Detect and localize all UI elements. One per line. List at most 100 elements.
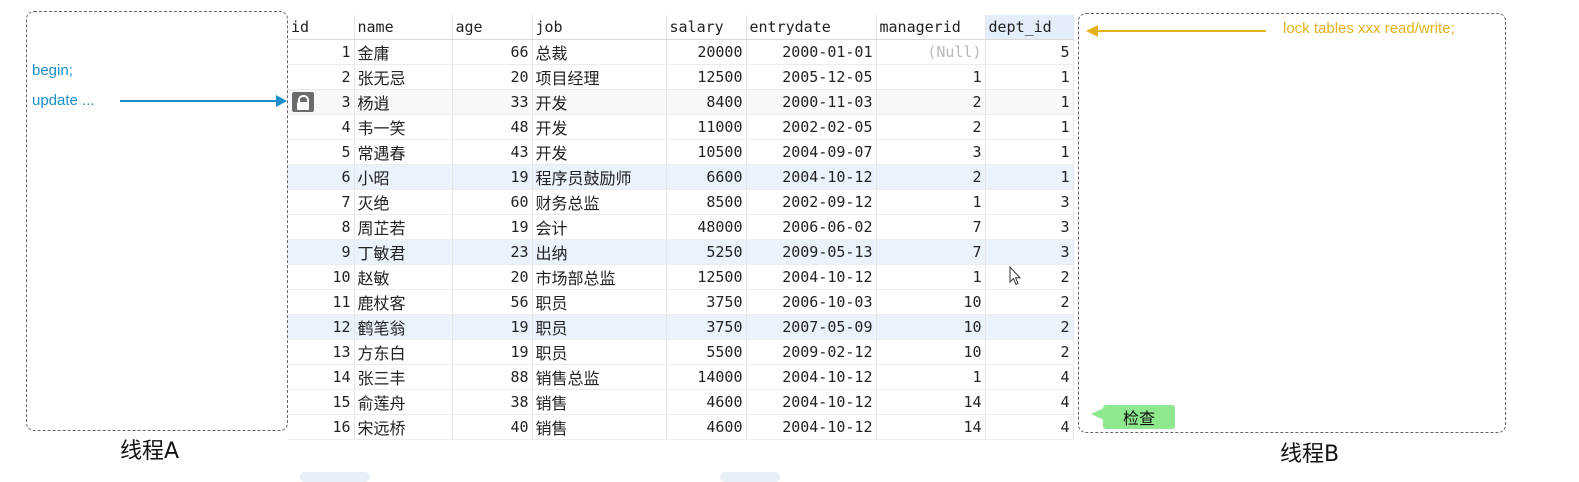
cell-job[interactable]: 开发 [532,139,667,165]
cell-name[interactable]: 周芷若 [354,214,453,240]
cell-name[interactable]: 方东白 [354,339,453,365]
cell-managerid[interactable]: 1 [876,264,986,290]
table-row[interactable]: 7 灭绝 60 财务总监 8500 2002-09-12 1 3 [288,189,1074,215]
cell-name[interactable]: 常遇春 [354,139,453,165]
column-header-salary[interactable]: salary [666,15,747,40]
cell-id[interactable]: 2 [288,64,355,90]
cell-salary[interactable]: 11000 [666,114,747,140]
cell-job[interactable]: 总裁 [532,39,667,65]
cell-age[interactable]: 19 [452,214,533,240]
cell-age[interactable]: 66 [452,39,533,65]
table-row[interactable]: 5 常遇春 43 开发 10500 2004-09-07 3 1 [288,139,1074,165]
table-row[interactable]: 8 周芷若 19 会计 48000 2006-06-02 7 3 [288,214,1074,240]
table-row[interactable]: 4 韦一笑 48 开发 11000 2002-02-05 2 1 [288,114,1074,140]
cell-dept-id[interactable]: 1 [985,139,1074,165]
column-header-job[interactable]: job [532,15,667,40]
cell-job[interactable]: 财务总监 [532,189,667,215]
cell-age[interactable]: 19 [452,314,533,340]
cell-dept-id[interactable]: 1 [985,164,1074,190]
table-row[interactable]: 13 方东白 19 职员 5500 2009-02-12 10 2 [288,339,1074,365]
column-header-id[interactable]: id [288,15,355,40]
cell-id[interactable]: 12 [288,314,355,340]
cell-job[interactable]: 职员 [532,339,667,365]
cell-id[interactable]: 3 [288,89,355,115]
cell-id[interactable]: 10 [288,264,355,290]
cell-id[interactable]: 5 [288,139,355,165]
cell-salary[interactable]: 12500 [666,64,747,90]
cell-id[interactable]: 14 [288,364,355,390]
cell-managerid[interactable]: 2 [876,89,986,115]
cell-salary[interactable]: 14000 [666,364,747,390]
column-header-name[interactable]: name [354,15,453,40]
cell-salary[interactable]: 3750 [666,314,747,340]
cell-managerid[interactable]: 10 [876,289,986,315]
cell-entrydate[interactable]: 2007-05-09 [746,314,877,340]
cell-salary[interactable]: 3750 [666,289,747,315]
cell-age[interactable]: 56 [452,289,533,315]
cell-name[interactable]: 韦一笑 [354,114,453,140]
cell-managerid[interactable]: 1 [876,364,986,390]
cell-id[interactable]: 11 [288,289,355,315]
cell-id[interactable]: 13 [288,339,355,365]
cell-age[interactable]: 88 [452,364,533,390]
cell-name[interactable]: 鹤笔翁 [354,314,453,340]
cell-name[interactable]: 赵敏 [354,264,453,290]
column-header-dept-id[interactable]: dept_id [985,15,1074,40]
table-row[interactable]: 10 赵敏 20 市场部总监 12500 2004-10-12 1 2 [288,264,1074,290]
cell-age[interactable]: 19 [452,339,533,365]
cell-age[interactable]: 23 [452,239,533,265]
cell-name[interactable]: 灭绝 [354,189,453,215]
cell-id[interactable]: 4 [288,114,355,140]
column-header-entrydate[interactable]: entrydate [746,15,877,40]
cell-dept-id[interactable]: 3 [985,189,1074,215]
cell-entrydate[interactable]: 2002-09-12 [746,189,877,215]
cell-dept-id[interactable]: 2 [985,289,1074,315]
cell-dept-id[interactable]: 3 [985,239,1074,265]
cell-entrydate[interactable]: 2006-10-03 [746,289,877,315]
table-row[interactable]: 1 金庸 66 总裁 20000 2000-01-01 (Null) 5 [288,39,1074,65]
cell-dept-id[interactable]: 4 [985,389,1074,415]
cell-job[interactable]: 市场部总监 [532,264,667,290]
cell-job[interactable]: 出纳 [532,239,667,265]
cell-managerid[interactable]: (Null) [876,39,986,65]
cell-salary[interactable]: 4600 [666,389,747,415]
cell-managerid[interactable]: 2 [876,114,986,140]
cell-salary[interactable]: 5250 [666,239,747,265]
cell-salary[interactable]: 48000 [666,214,747,240]
cell-name[interactable]: 金庸 [354,39,453,65]
cell-name[interactable]: 张三丰 [354,364,453,390]
cell-managerid[interactable]: 14 [876,389,986,415]
cell-entrydate[interactable]: 2004-10-12 [746,364,877,390]
cell-name[interactable]: 鹿杖客 [354,289,453,315]
cell-dept-id[interactable]: 4 [985,364,1074,390]
cell-entrydate[interactable]: 2004-10-12 [746,264,877,290]
cell-managerid[interactable]: 3 [876,139,986,165]
cell-job[interactable]: 销售 [532,389,667,415]
cell-job[interactable]: 程序员鼓励师 [532,164,667,190]
cell-entrydate[interactable]: 2004-09-07 [746,139,877,165]
table-row[interactable]: 3 杨逍 33 开发 8400 2000-11-03 2 1 [288,89,1074,115]
cell-age[interactable]: 19 [452,164,533,190]
cell-age[interactable]: 60 [452,189,533,215]
cell-entrydate[interactable]: 2000-01-01 [746,39,877,65]
cell-age[interactable]: 20 [452,264,533,290]
table-row[interactable]: 6 小昭 19 程序员鼓励师 6600 2004-10-12 2 1 [288,164,1074,190]
cell-job[interactable]: 销售总监 [532,364,667,390]
cell-dept-id[interactable]: 2 [985,314,1074,340]
cell-entrydate[interactable]: 2004-10-12 [746,414,877,440]
cell-salary[interactable]: 5500 [666,339,747,365]
cell-dept-id[interactable]: 1 [985,114,1074,140]
cell-salary[interactable]: 4600 [666,414,747,440]
table-row[interactable]: 12 鹤笔翁 19 职员 3750 2007-05-09 10 2 [288,314,1074,340]
cell-salary[interactable]: 20000 [666,39,747,65]
column-header-age[interactable]: age [452,15,533,40]
cell-job[interactable]: 销售 [532,414,667,440]
cell-age[interactable]: 33 [452,89,533,115]
cell-age[interactable]: 20 [452,64,533,90]
check-button[interactable]: 检查 [1103,405,1175,429]
cell-age[interactable]: 48 [452,114,533,140]
cell-id[interactable]: 8 [288,214,355,240]
cell-managerid[interactable]: 14 [876,414,986,440]
cell-age[interactable]: 43 [452,139,533,165]
cell-id[interactable]: 6 [288,164,355,190]
